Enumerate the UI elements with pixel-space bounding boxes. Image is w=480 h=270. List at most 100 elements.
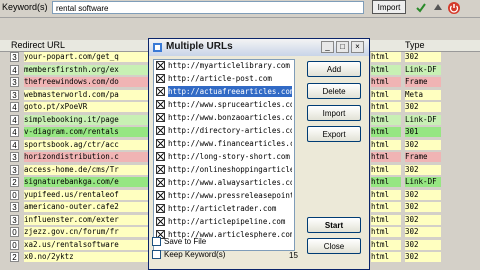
item-checkbox[interactable] bbox=[156, 100, 165, 109]
type-cell: Frame bbox=[405, 152, 441, 162]
extension-cell: html bbox=[371, 89, 401, 100]
url-list-item[interactable]: http://www.financearticles.com bbox=[154, 138, 294, 149]
close-button[interactable]: Close bbox=[307, 238, 361, 254]
redirect-url-cell: your-popart.com/get_q bbox=[24, 52, 148, 62]
extension-cell: html bbox=[371, 214, 401, 225]
url-list-item[interactable]: http://myarticlelibrary.com bbox=[154, 60, 294, 71]
maximize-button[interactable]: □ bbox=[336, 41, 349, 53]
keywords-input[interactable]: rental software bbox=[52, 1, 364, 14]
url-list[interactable]: http://myarticlelibrary.com http://articl… bbox=[153, 59, 295, 251]
redirect-url-cell: zjezz.gov.cn/forum/fr bbox=[24, 227, 148, 237]
url-list-item-text: http://www.bonzaoarticles.com bbox=[168, 113, 292, 122]
redirect-url-cell: thefreewindows.com/do bbox=[24, 77, 148, 87]
url-count: 15 bbox=[289, 251, 298, 260]
extension-cell: html bbox=[371, 64, 401, 75]
item-checkbox[interactable] bbox=[156, 217, 165, 226]
type-cell: Meta bbox=[405, 89, 441, 100]
type-cell: 302 bbox=[405, 52, 441, 62]
delete-button[interactable]: Delete bbox=[307, 83, 361, 99]
extension-cell: html bbox=[371, 239, 401, 250]
type-cell: 302 bbox=[405, 189, 441, 200]
url-list-item[interactable]: http://directory-articles.com bbox=[154, 125, 294, 136]
redirect-url-cell: webmasterworld.com/pa bbox=[24, 89, 148, 100]
extension-cell: html bbox=[371, 114, 401, 125]
url-list-item-text: http://article-post.com bbox=[168, 74, 272, 83]
url-list-item-text: http://articlepipeline.com bbox=[168, 217, 286, 226]
item-checkbox[interactable] bbox=[156, 74, 165, 83]
item-checkbox[interactable] bbox=[156, 165, 165, 174]
type-cell: Link-DF bbox=[405, 114, 441, 125]
type-cell: 302 bbox=[405, 164, 441, 175]
keep-keywords-label: Keep Keyword(s) bbox=[164, 250, 226, 259]
type-cell: Frame bbox=[405, 77, 441, 87]
extension-cell: html bbox=[371, 227, 401, 237]
toolbar: Keyword(s) rental software Import bbox=[0, 0, 480, 18]
row-number: 2 bbox=[10, 252, 19, 262]
redirect-url-cell: horizondistribution.c bbox=[24, 152, 148, 162]
save-to-file-label: Save to File bbox=[164, 237, 207, 246]
import-button[interactable]: Import bbox=[372, 0, 406, 14]
row-number: 0 bbox=[10, 227, 19, 237]
keywords-label: Keyword(s) bbox=[2, 2, 48, 12]
check-icon[interactable] bbox=[415, 2, 427, 14]
redirect-url-cell: membersfirstnh.org/ex bbox=[24, 64, 148, 75]
type-cell: 302 bbox=[405, 252, 441, 262]
extension-cell: html bbox=[371, 252, 401, 262]
item-checkbox[interactable] bbox=[156, 113, 165, 122]
item-checkbox[interactable] bbox=[156, 126, 165, 135]
row-number: 4 bbox=[10, 114, 19, 125]
url-list-item-text: http://long-story-short.com bbox=[168, 152, 290, 161]
row-number: 3 bbox=[10, 214, 19, 225]
item-checkbox[interactable] bbox=[156, 178, 165, 187]
close-window-button[interactable]: × bbox=[351, 41, 364, 53]
save-to-file-checkbox[interactable] bbox=[152, 237, 161, 246]
url-list-item-text: http://actuafreearticles.com bbox=[168, 86, 292, 97]
item-checkbox[interactable] bbox=[156, 204, 165, 213]
export-button[interactable]: Export bbox=[307, 126, 361, 142]
multiple-urls-dialog: Multiple URLs _ □ × http://myarticlelibr… bbox=[148, 38, 370, 270]
url-list-item[interactable]: http://articletrader.com bbox=[154, 203, 294, 214]
extension-cell: html bbox=[371, 202, 401, 212]
url-list-item[interactable]: http://www.sprucearticles.com bbox=[154, 99, 294, 110]
url-list-item-text: http://articletrader.com bbox=[168, 204, 277, 213]
type-cell: 302 bbox=[405, 227, 441, 237]
minimize-button[interactable]: _ bbox=[321, 41, 334, 53]
row-number: 0 bbox=[10, 239, 19, 250]
item-checkbox[interactable] bbox=[156, 87, 165, 96]
dialog-titlebar[interactable]: Multiple URLs _ □ × bbox=[149, 39, 369, 56]
row-number: 0 bbox=[10, 189, 19, 200]
url-list-item[interactable]: http://article-post.com bbox=[154, 73, 294, 84]
extension-cell: html bbox=[371, 52, 401, 62]
extension-cell: html bbox=[371, 102, 401, 112]
url-list-item[interactable]: http://www.alwaysarticles.com bbox=[154, 177, 294, 188]
url-list-item[interactable]: http://onlineshoppingarticles.com bbox=[154, 164, 294, 175]
url-list-item-text: http://myarticlelibrary.com bbox=[168, 61, 290, 70]
url-list-item[interactable]: http://long-story-short.com bbox=[154, 151, 294, 162]
power-icon[interactable] bbox=[447, 1, 461, 15]
extension-cell: html bbox=[371, 139, 401, 150]
row-number: 3 bbox=[10, 202, 19, 212]
url-list-item[interactable]: http://actuafreearticles.com bbox=[154, 86, 294, 97]
row-number: 4 bbox=[10, 139, 19, 150]
type-cell: 301 bbox=[405, 127, 441, 137]
add-button[interactable]: Add bbox=[307, 61, 361, 77]
arrow-up-icon[interactable] bbox=[432, 2, 444, 14]
extension-cell: html bbox=[371, 189, 401, 200]
item-checkbox[interactable] bbox=[156, 152, 165, 161]
redirect-url-header[interactable]: Redirect URL bbox=[0, 40, 148, 52]
row-number: 2 bbox=[10, 177, 19, 187]
url-list-item[interactable]: http://www.bonzaoarticles.com bbox=[154, 112, 294, 123]
row-number: 3 bbox=[10, 52, 19, 62]
import-urls-button[interactable]: Import bbox=[307, 105, 361, 121]
item-checkbox[interactable] bbox=[156, 61, 165, 70]
redirect-url-cell: signaturebankga.com/e bbox=[24, 177, 148, 187]
type-header[interactable]: Type bbox=[370, 40, 480, 52]
keep-keywords-checkbox[interactable] bbox=[152, 250, 161, 259]
start-button[interactable]: Start bbox=[307, 217, 361, 233]
url-list-item-text: http://www.pressreleasepoint.com bbox=[168, 191, 292, 200]
url-list-item[interactable]: http://www.pressreleasepoint.com bbox=[154, 190, 294, 201]
url-list-item[interactable]: http://articlepipeline.com bbox=[154, 216, 294, 227]
item-checkbox[interactable] bbox=[156, 191, 165, 200]
dialog-title: Multiple URLs bbox=[166, 41, 233, 52]
item-checkbox[interactable] bbox=[156, 139, 165, 148]
